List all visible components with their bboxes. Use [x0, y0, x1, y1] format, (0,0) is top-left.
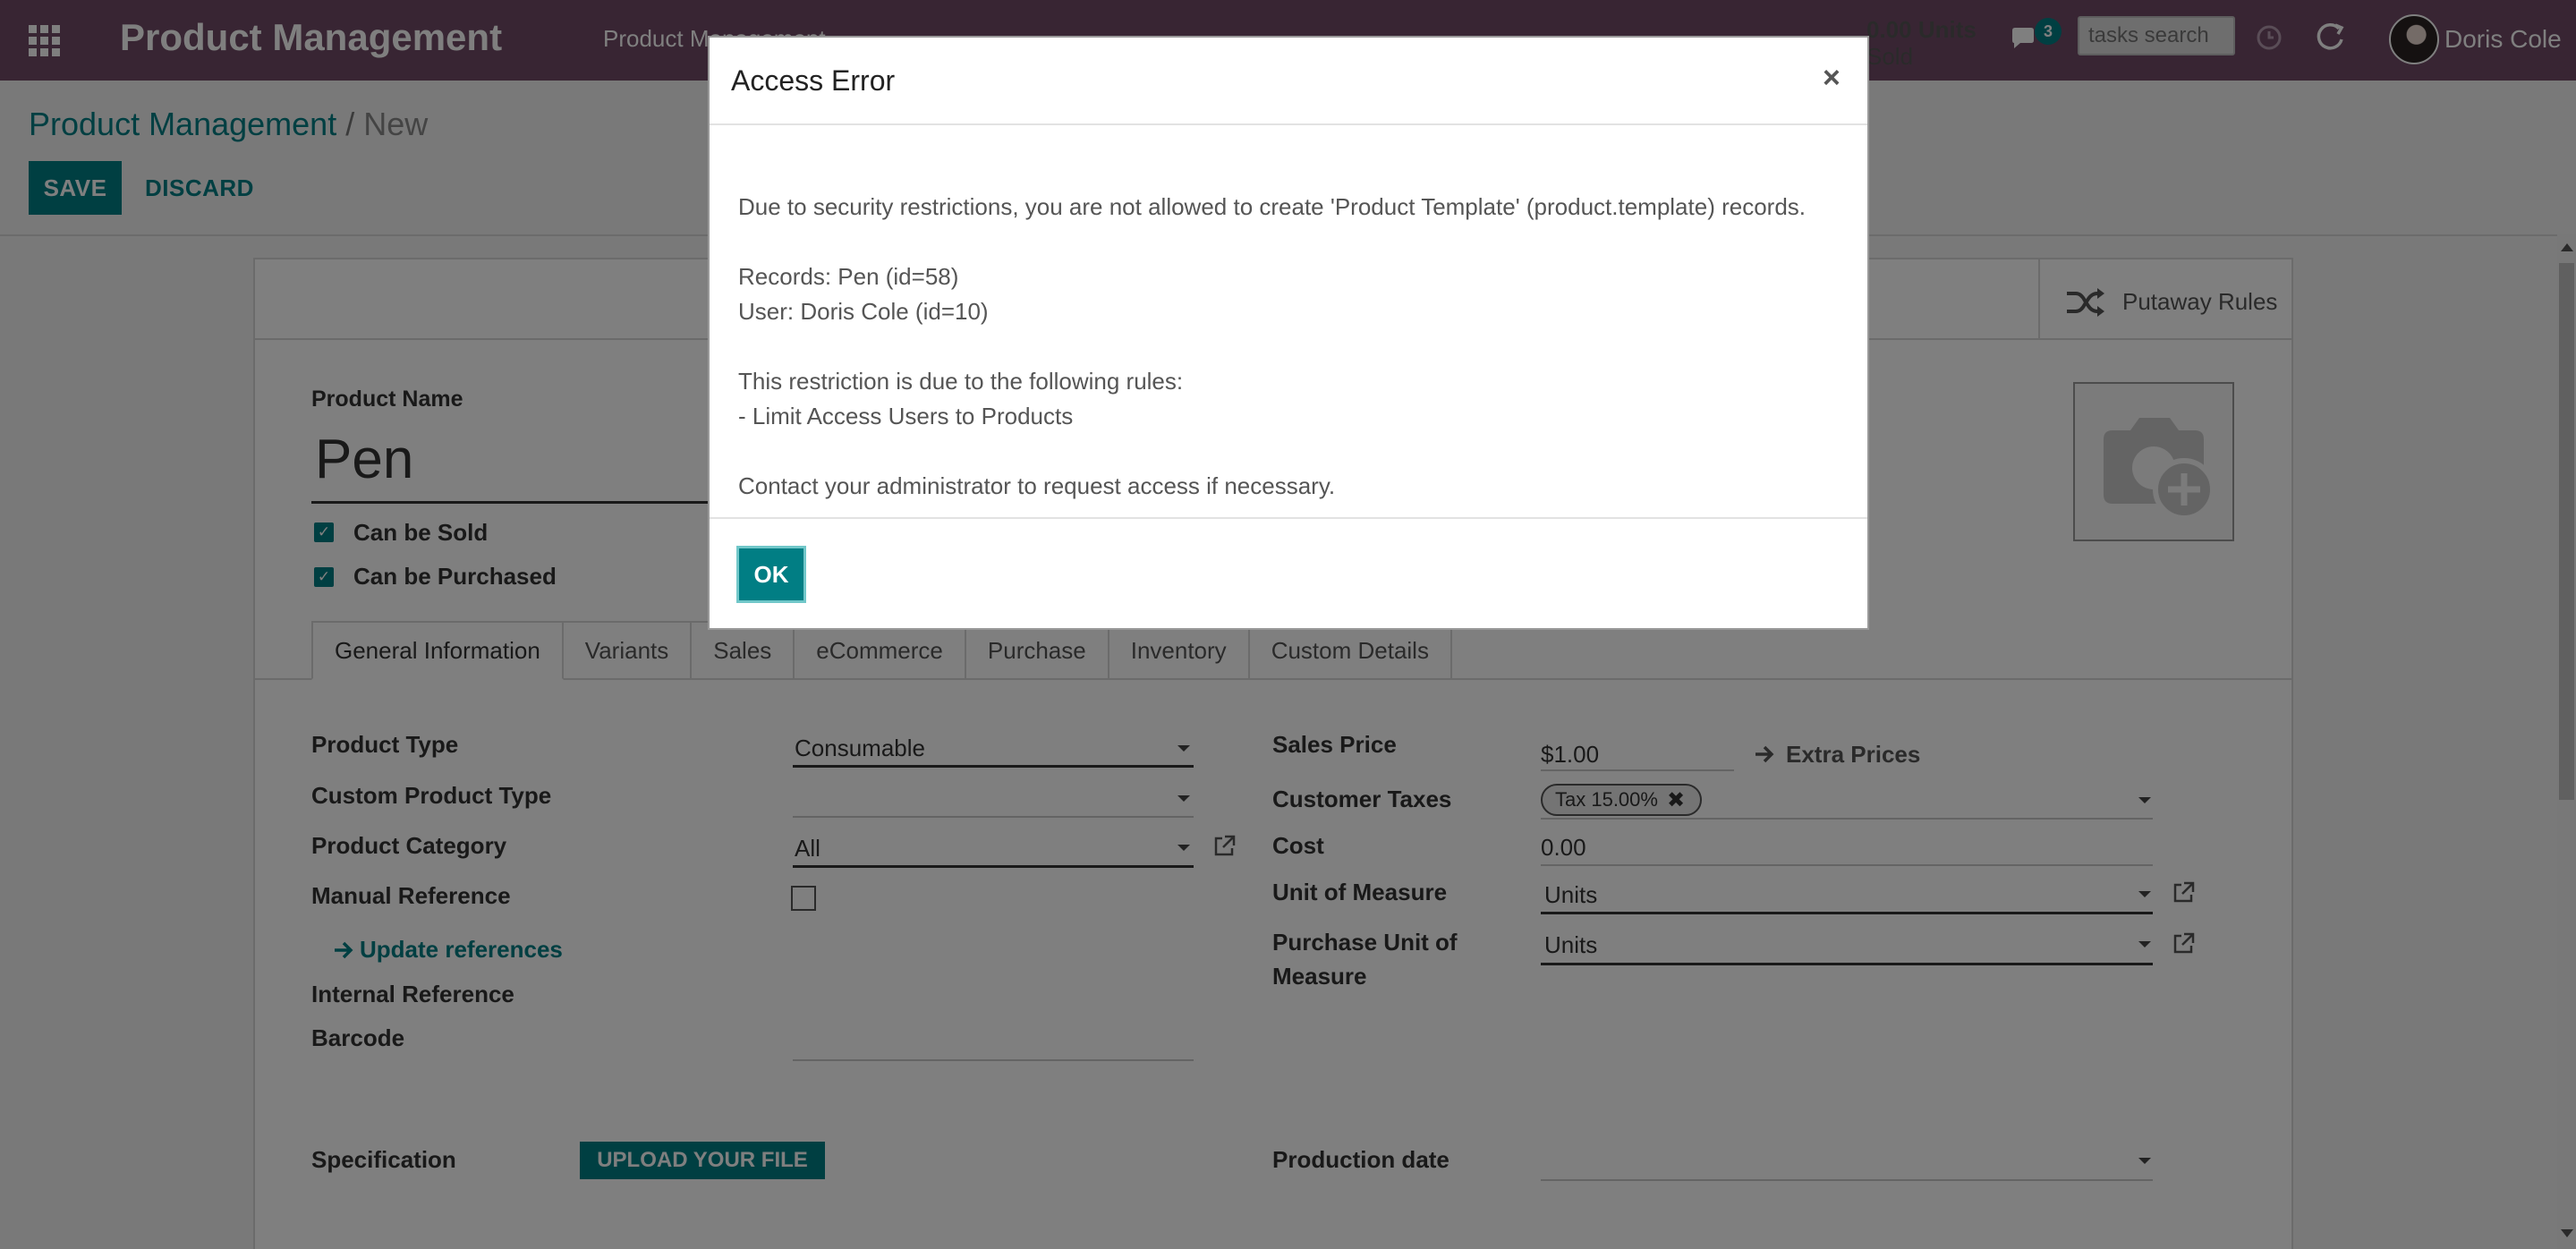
dialog-message-line: - Limit Access Users to Products	[738, 403, 1074, 429]
dialog-message-line: This restriction is due to the following…	[738, 368, 1184, 395]
dialog-message-line: User: Doris Cole (id=10)	[738, 298, 989, 325]
dialog-message-line: Due to security restrictions, you are no…	[738, 193, 1807, 220]
dialog-message-line: Contact your administrator to request ac…	[738, 472, 1336, 499]
dialog-header: Access Error ×	[710, 38, 1867, 125]
access-error-dialog: Access Error × Due to security restricti…	[708, 36, 1869, 630]
close-icon[interactable]: ×	[1823, 61, 1841, 96]
ok-button[interactable]: OK	[736, 546, 806, 603]
dialog-message-line: Records: Pen (id=58)	[738, 263, 959, 290]
dialog-title: Access Error	[731, 64, 896, 97]
dialog-body: Due to security restrictions, you are no…	[710, 125, 1867, 519]
